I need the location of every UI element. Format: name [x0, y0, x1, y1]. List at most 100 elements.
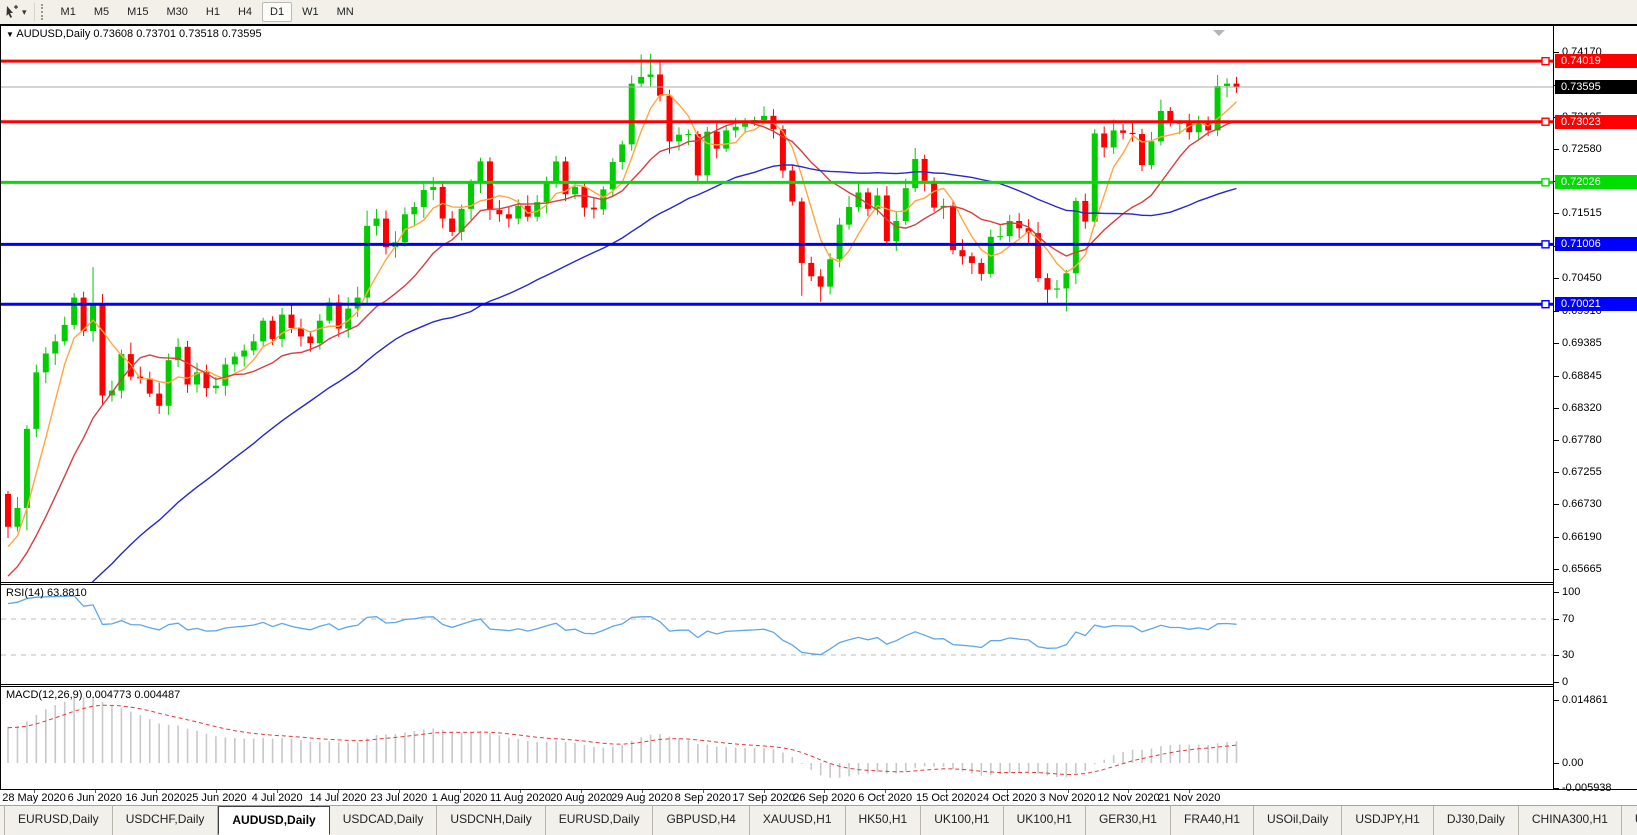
date-label: 6 Jun 2020 — [68, 792, 122, 804]
axis-tick-mark — [1554, 213, 1559, 214]
date-label: 4 Jul 2020 — [252, 792, 303, 804]
price-level-label: 0.72026 — [1555, 175, 1637, 189]
price-tick-label: 0.67780 — [1562, 434, 1602, 446]
chart-tab-USOil-Daily[interactable]: USOil,Daily — [1254, 806, 1342, 835]
timeframe-button-D1[interactable]: D1 — [262, 2, 292, 22]
price-level-label: 0.71006 — [1555, 237, 1637, 251]
rsi-line — [8, 596, 1237, 655]
date-label: 23 Jul 2020 — [370, 792, 427, 804]
rsi-canvas[interactable] — [1, 585, 1553, 684]
timeframe-toolbar: ▾ M1M5M15M30H1H4D1W1MN — [0, 0, 1637, 25]
date-label: 3 Nov 2020 — [1039, 792, 1095, 804]
date-label: 25 Jun 2020 — [186, 792, 247, 804]
chart-tab-CHINA300-H1[interactable]: CHINA300,H1 — [1519, 806, 1622, 835]
chart-tab-FRA40-H1[interactable]: FRA40,H1 — [1171, 806, 1254, 835]
axis-tick-mark — [1554, 763, 1559, 764]
date-label: 20 Aug 2020 — [550, 792, 612, 804]
chart-shift-marker-icon — [1213, 30, 1225, 36]
date-label: 6 Oct 2020 — [858, 792, 912, 804]
date-label: 15 Oct 2020 — [916, 792, 976, 804]
current-price-label: 0.73595 — [1555, 80, 1637, 94]
price-level-label: 0.70021 — [1555, 297, 1637, 311]
axis-tick-mark — [1554, 376, 1559, 377]
macd-signal-line — [8, 705, 1237, 774]
rsi-tick-label: 70 — [1562, 613, 1574, 625]
pane-resize-divider[interactable] — [1, 582, 1636, 585]
axis-tick-mark — [1554, 569, 1559, 570]
date-label: 1 Aug 2020 — [432, 792, 488, 804]
chart-tab-GBPUSD-H4[interactable]: GBPUSD,H4 — [653, 806, 749, 835]
rsi-tick-label: 0 — [1562, 676, 1568, 688]
chart-tab-XAUUSD-H1[interactable]: XAUUSD,H1 — [750, 806, 846, 835]
axis-tick-mark — [1554, 149, 1559, 150]
chevron-down-icon[interactable]: ▾ — [22, 7, 27, 18]
chart-tab-EURUSD-Daily[interactable]: EURUSD,Daily — [4, 806, 113, 835]
timeframe-button-W1[interactable]: W1 — [294, 2, 327, 22]
axis-tick-mark — [1554, 343, 1559, 344]
date-label: 14 Jul 2020 — [310, 792, 367, 804]
rsi-indicator-pane[interactable]: RSI(14) 63.8810 — [1, 585, 1553, 684]
axis-tick-mark — [1554, 682, 1559, 683]
rsi-tick-label: 100 — [1562, 586, 1580, 598]
chart-cursor-icon[interactable] — [4, 4, 20, 20]
macd-canvas[interactable] — [1, 687, 1553, 789]
timeframe-button-M30[interactable]: M30 — [159, 2, 196, 22]
toolbar-drag-handle[interactable] — [41, 4, 46, 20]
axis-tick-mark — [1554, 472, 1559, 473]
candlestick-canvas[interactable] — [1, 26, 1553, 582]
chart-tab-bar: EURUSD,DailyUSDCHF,DailyAUDUSD,DailyUSDC… — [0, 805, 1637, 835]
price-tick-label: 0.67255 — [1562, 466, 1602, 478]
axis-tick-mark — [1554, 278, 1559, 279]
chart-tab-HK50-H1[interactable]: HK50,H1 — [846, 806, 922, 835]
chart-tab-USDCHF-Daily[interactable]: USDCHF,Daily — [113, 806, 219, 835]
axis-tick-mark — [1554, 440, 1559, 441]
chart-tab-UK100-H1[interactable]: UK100,H1 — [1004, 806, 1086, 835]
timeframe-button-M5[interactable]: M5 — [86, 2, 117, 22]
price-tick-label: 0.68845 — [1562, 370, 1602, 382]
ma-line-40 — [8, 165, 1237, 582]
macd-tick-label: -0.005938 — [1562, 782, 1612, 794]
price-tick-label: 0.68320 — [1562, 402, 1602, 414]
chart-tab-EURUSD-Daily[interactable]: EURUSD,Daily — [546, 806, 654, 835]
axis-tick-mark — [1554, 655, 1559, 656]
chart-tab-AUDUSD-Daily[interactable]: AUDUSD,Daily — [218, 806, 329, 835]
collapse-arrow-icon[interactable]: ▼ — [6, 30, 14, 39]
chart-tab-USDCNH-Daily[interactable]: USDCNH,Daily — [437, 806, 545, 835]
timeframe-button-M15[interactable]: M15 — [119, 2, 156, 22]
main-price-chart[interactable]: ▼ AUDUSD,Daily 0.73608 0.73701 0.73518 0… — [1, 26, 1553, 582]
axis-tick-mark — [1554, 537, 1559, 538]
toolbar-separator — [34, 3, 35, 21]
axis-tick-mark — [1554, 504, 1559, 505]
timeframe-button-H4[interactable]: H4 — [230, 2, 260, 22]
chart-tab-GER30-H1[interactable]: GER30,H1 — [1086, 806, 1171, 835]
price-level-label: 0.74019 — [1555, 54, 1637, 68]
price-axis: 0.741700.736350.731050.725800.720500.715… — [1553, 26, 1637, 789]
price-tick-label: 0.72580 — [1562, 143, 1602, 155]
pane-resize-divider[interactable] — [1, 684, 1636, 687]
symbol-title: AUDUSD,Daily — [16, 28, 90, 40]
candles-layer — [5, 54, 1240, 538]
macd-tick-label: 0.014861 — [1562, 694, 1608, 706]
ohlc-values: 0.73608 0.73701 0.73518 0.73595 — [93, 28, 261, 40]
price-level-label: 0.73023 — [1555, 115, 1637, 129]
date-label: 21 Nov 2020 — [1158, 792, 1220, 804]
chart-tab-USDCAD-Daily[interactable]: USDCAD,Daily — [330, 806, 438, 835]
rsi-tick-label: 30 — [1562, 649, 1574, 661]
timeframe-button-MN[interactable]: MN — [329, 2, 362, 22]
axis-tick-mark — [1554, 592, 1559, 593]
date-axis: 28 May 20206 Jun 202016 Jun 202025 Jun 2… — [0, 790, 1637, 805]
date-label: 17 Sep 2020 — [732, 792, 794, 804]
chart-tab-DJ30-Daily[interactable]: DJ30,Daily — [1434, 806, 1519, 835]
chart-tab-UK100-H1[interactable]: UK100,H1 — [921, 806, 1003, 835]
chart-tab-USDJPY-H1[interactable]: USDJPY,H1 — [1342, 806, 1433, 835]
date-label: 24 Oct 2020 — [977, 792, 1037, 804]
date-label: 12 Nov 2020 — [1097, 792, 1159, 804]
axis-tick-mark — [1554, 619, 1559, 620]
macd-indicator-pane[interactable]: MACD(12,26,9) 0.004773 0.004487 — [1, 687, 1553, 789]
timeframe-button-M1[interactable]: M1 — [53, 2, 84, 22]
chart-tab-USOil-H1[interactable]: USOil,H1 — [1622, 806, 1637, 835]
timeframe-button-H1[interactable]: H1 — [198, 2, 228, 22]
price-tick-label: 0.65665 — [1562, 563, 1602, 575]
price-tick-label: 0.66190 — [1562, 531, 1602, 543]
price-tick-label: 0.69385 — [1562, 337, 1602, 349]
